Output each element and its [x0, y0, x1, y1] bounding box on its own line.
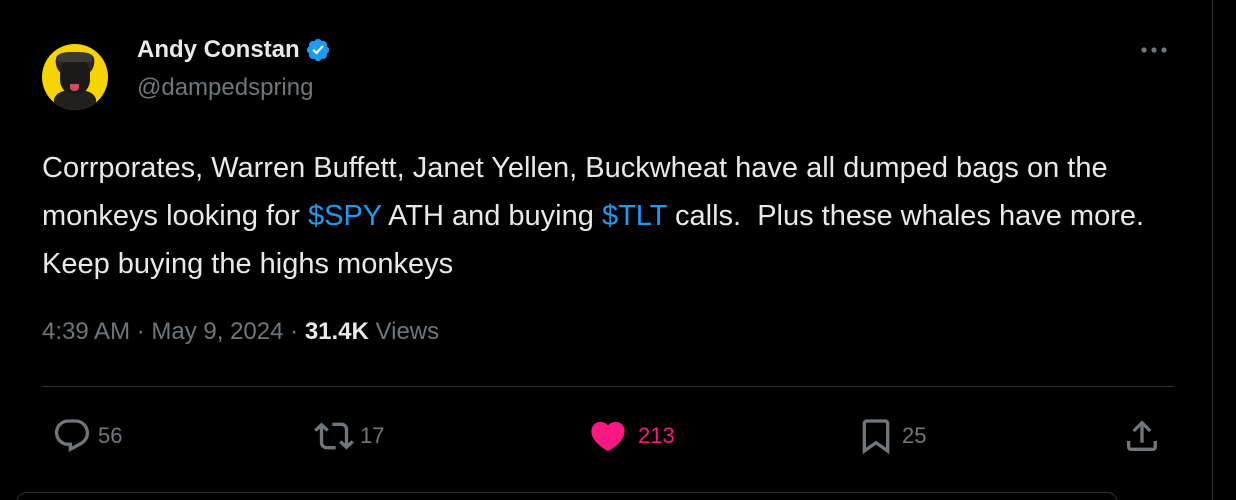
share-button[interactable]	[1122, 414, 1162, 458]
share-icon	[1122, 416, 1162, 456]
reply-button[interactable]: 56	[52, 414, 122, 458]
views-label: Views	[375, 318, 440, 345]
repost-button[interactable]: 17	[314, 414, 384, 458]
like-heart-icon	[588, 416, 628, 456]
cashtag-spy-link[interactable]: $SPY	[308, 200, 382, 232]
divider	[42, 386, 1174, 387]
reply-count: 56	[98, 423, 123, 448]
tweet-text-part: ATH and buying	[381, 200, 602, 232]
meta-separator: ·	[283, 318, 305, 345]
repost-count: 17	[360, 423, 385, 448]
handle[interactable]: @dampedspring	[137, 74, 331, 102]
bookmark-count: 25	[902, 423, 927, 448]
bookmark-button[interactable]: 25	[856, 414, 926, 458]
repost-icon	[314, 416, 354, 456]
bookmark-icon	[856, 416, 896, 456]
meta-separator: ·	[130, 318, 152, 345]
timeline-border	[1212, 0, 1213, 500]
more-options-icon[interactable]	[1138, 38, 1170, 62]
name-row: Andy Constan	[137, 34, 331, 66]
display-name[interactable]: Andy Constan	[137, 36, 300, 64]
tweet-text: Corrporates, Warren Buffett, Janet Yelle…	[42, 144, 1174, 288]
tweet-date[interactable]: May 9, 2024	[151, 318, 283, 346]
like-count: 213	[638, 423, 675, 448]
tweet-meta: 4:39 AM · May 9, 2024 · 31.4K Views	[42, 318, 439, 346]
like-button[interactable]: 213	[588, 414, 675, 458]
reply-composer-edge	[16, 492, 1118, 500]
avatar[interactable]	[42, 44, 108, 110]
reply-icon	[52, 416, 92, 456]
cashtag-tlt-link[interactable]: $TLT	[602, 200, 667, 232]
verified-badge-icon[interactable]	[305, 37, 331, 63]
views-count: 31.4K	[304, 318, 369, 345]
tweet-time[interactable]: 4:39 AM	[42, 318, 130, 346]
action-bar: 56 17 213 25	[42, 414, 1174, 458]
tweet: Andy Constan @dampedspring Corrporates, …	[42, 30, 1174, 500]
author-block: Andy Constan @dampedspring	[137, 34, 331, 102]
views-space	[369, 318, 376, 346]
